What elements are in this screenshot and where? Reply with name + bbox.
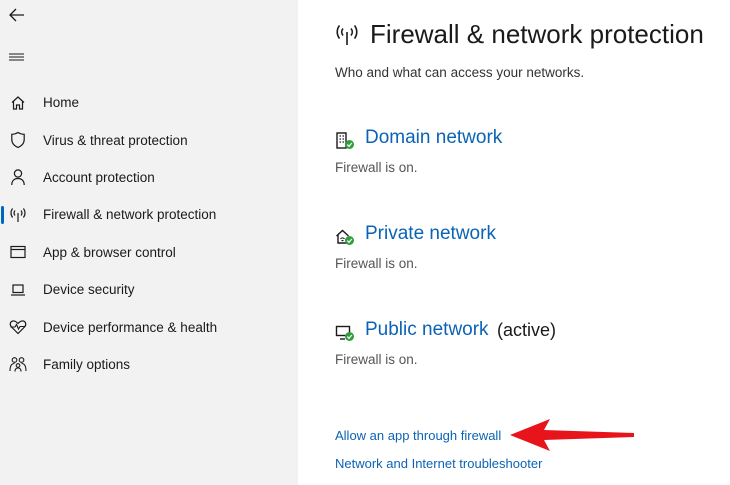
person-icon	[9, 168, 27, 186]
sidebar-item-label: Account protection	[43, 169, 155, 185]
family-icon	[9, 355, 27, 373]
menu-button[interactable]	[8, 48, 26, 66]
sidebar-item-account-protection[interactable]: Account protection	[0, 159, 298, 196]
sidebar-item-virus-threat-protection[interactable]: Virus & threat protection	[0, 121, 298, 158]
domain-network-status: Firewall is on.	[335, 160, 418, 175]
public-network-link[interactable]: Public network	[365, 319, 489, 341]
sidebar-item-label: Device performance & health	[43, 319, 218, 335]
sidebar-item-home[interactable]: Home	[0, 84, 298, 121]
private-network-icon	[336, 229, 354, 245]
public-network-status: Firewall is on.	[335, 352, 418, 367]
main-content: Firewall & network protection Who and wh…	[298, 0, 730, 485]
back-arrow-icon	[9, 8, 24, 22]
sidebar-item-firewall-network-protection[interactable]: Firewall & network protection	[0, 196, 298, 233]
sidebar-item-label: Virus & threat protection	[43, 132, 188, 148]
public-network-section: Public network (active) Firewall is on.	[335, 319, 715, 379]
page-subtitle: Who and what can access your networks.	[335, 65, 585, 80]
antenna-icon	[336, 25, 358, 45]
sidebar-item-label: Firewall & network protection	[43, 207, 217, 223]
public-network-icon	[335, 325, 354, 341]
sidebar-item-label: Home	[43, 95, 80, 111]
laptop-icon	[9, 281, 27, 299]
heart-pulse-icon	[9, 318, 27, 336]
active-label: (active)	[497, 320, 557, 340]
private-network-status: Firewall is on.	[335, 256, 418, 271]
antenna-icon	[9, 206, 27, 224]
hamburger-icon	[9, 53, 24, 61]
sidebar-item-family-options[interactable]: Family options	[0, 346, 298, 383]
sidebar-item-label: Device security	[43, 282, 135, 298]
sidebar-item-device-performance-health[interactable]: Device performance & health	[0, 308, 298, 345]
shield-icon	[9, 131, 27, 149]
domain-network-link[interactable]: Domain network	[365, 127, 502, 149]
troubleshooter-link[interactable]: Network and Internet troubleshooter	[335, 456, 542, 471]
browser-window-icon	[9, 243, 27, 261]
sidebar-nav: Home Virus & threat protection Account p…	[0, 84, 298, 383]
sidebar-item-device-security[interactable]: Device security	[0, 271, 298, 308]
sidebar-item-label: Family options	[43, 356, 131, 372]
private-network-section: Private network Firewall is on.	[335, 223, 715, 283]
domain-network-section: Domain network Firewall is on.	[335, 127, 715, 187]
back-button[interactable]	[8, 6, 26, 24]
sidebar-item-app-browser-control[interactable]: App & browser control	[0, 234, 298, 271]
sidebar: Home Virus & threat protection Account p…	[0, 0, 298, 485]
private-network-link[interactable]: Private network	[365, 223, 496, 245]
domain-network-icon	[336, 132, 354, 149]
allow-app-link[interactable]: Allow an app through firewall	[335, 428, 501, 443]
home-icon	[9, 94, 27, 112]
sidebar-item-label: App & browser control	[43, 244, 176, 260]
annotation-arrow-icon	[510, 419, 634, 451]
page-title: Firewall & network protection	[370, 19, 704, 49]
